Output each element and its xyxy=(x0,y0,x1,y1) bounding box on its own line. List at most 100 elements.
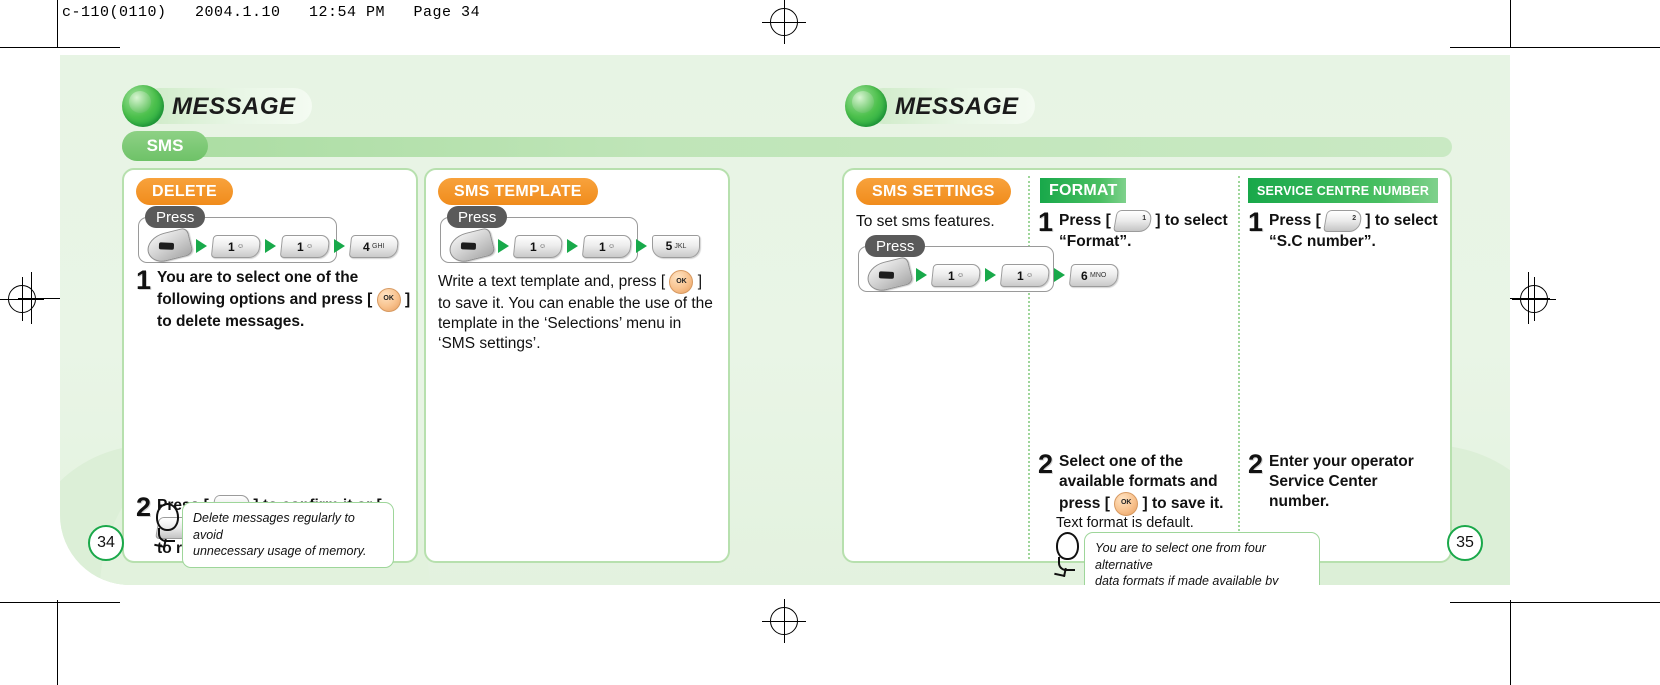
arrow-icon xyxy=(334,239,345,253)
step-text: Press [ 2 ] to select “S.C number”. xyxy=(1269,210,1438,252)
crop-mark-left-bottom xyxy=(57,600,58,685)
crop-mark-top-right xyxy=(1450,47,1660,48)
key-1-icon: 1 ☺ xyxy=(999,263,1051,287)
step-text-line3: press [ xyxy=(1059,494,1110,512)
badge-format: FORMAT xyxy=(1040,178,1127,203)
memo-line-1: You are to select one from four alternat… xyxy=(1095,541,1266,572)
step-text-line2: Service Center xyxy=(1269,472,1378,490)
memo-pencil-icon xyxy=(152,503,182,547)
badge-sms-settings: SMS SETTINGS xyxy=(856,178,1011,205)
ok-button-icon: OK xyxy=(669,270,694,294)
key-1-icon: 1 ☺ xyxy=(930,263,982,287)
press-label-sms-template: Press xyxy=(447,206,508,228)
step-text-line2: available formats and xyxy=(1059,472,1218,490)
step-number: 2 xyxy=(1248,449,1264,479)
memo-delete: Delete messages regularly to avoid unnec… xyxy=(182,502,394,568)
body-line4: ‘SMS settings’. xyxy=(438,335,541,353)
step-1-scn: 1 Press [ 2 ] to select “S.C number”. xyxy=(1248,209,1448,252)
crop-mark-right xyxy=(1510,0,1511,48)
crop-mark-top-left xyxy=(0,47,120,48)
key-1-icon: 1 ☺ xyxy=(210,234,262,258)
registration-mark-right xyxy=(1512,277,1556,321)
step-text: Enter your operator Service Center numbe… xyxy=(1269,452,1414,511)
registration-mark-top xyxy=(762,0,806,44)
press-label-delete: Press xyxy=(145,206,206,228)
step-text-line2: ] to select xyxy=(1365,212,1438,230)
badge-delete: DELETE xyxy=(136,178,233,205)
memo-format: You are to select one from four alternat… xyxy=(1084,532,1320,585)
bullet-icon xyxy=(845,85,887,127)
arrow-icon xyxy=(1054,268,1065,282)
right-page-header: MESSAGE xyxy=(845,85,1075,129)
step-number: 2 xyxy=(1038,449,1054,479)
step-text: You are to select one of the following o… xyxy=(157,268,410,332)
step-number: 1 xyxy=(1038,207,1054,237)
step-text-line1: Press [ xyxy=(1059,212,1111,230)
press-box-delete: Press 1 ☺ 1 ☺ 4 GHI xyxy=(138,206,400,265)
print-slug: c-110(0110) 2004.1.10 12:54 PM Page 34 xyxy=(62,4,481,21)
key-sequence-delete: 1 ☺ 1 ☺ 4 GHI xyxy=(144,227,400,265)
menu-key-icon xyxy=(446,227,496,265)
step-number: 1 xyxy=(136,265,152,295)
step-text-line4: ] to save it. xyxy=(1142,494,1224,512)
step-text-line1: Press [ xyxy=(1269,212,1321,230)
key-1-icon: 1 ☺ xyxy=(581,234,633,258)
body-bracket: ] xyxy=(697,273,703,291)
page-number-right: 35 xyxy=(1447,525,1483,561)
arrow-icon xyxy=(196,239,207,253)
step-text-line1: You are to select one of the xyxy=(157,269,359,286)
memo-pencil-icon xyxy=(1052,532,1082,576)
step-text-line1: Select one of the xyxy=(1059,453,1184,470)
step-text-line3: to delete messages. xyxy=(157,312,305,330)
memo-line-2: unnecessary usage of memory. xyxy=(193,544,367,558)
step-text: Press [ 1 ] to select “Format”. xyxy=(1059,210,1228,252)
step-number: 2 xyxy=(136,492,152,522)
crop-mark-left xyxy=(57,0,58,48)
page-spread: MESSAGE SMS DELETE Press 1 ☺ 1 ☺ 4 GHI 1 Yo… xyxy=(60,55,1510,585)
arrow-icon xyxy=(265,239,276,253)
body-line2: to save it. You can enable the use of th… xyxy=(438,295,713,312)
key-sequence-sms-template: 1 ☺ 1 ☺ 5 JKL xyxy=(446,227,700,265)
arrow-icon xyxy=(916,268,927,282)
step-1-format: 1 Press [ 1 ] to select “Format”. xyxy=(1038,207,1234,252)
chapter-tag-sms: SMS xyxy=(122,131,208,161)
registration-mark-left xyxy=(0,277,44,321)
body-line3: template in the ‘Selections’ menu in xyxy=(438,315,682,333)
crop-mark-bottom-left xyxy=(0,602,120,603)
panel-sms-settings: SMS SETTINGS To set sms features. Press … xyxy=(842,168,1452,585)
arrow-icon xyxy=(985,268,996,282)
step-text-line3: “Format”. xyxy=(1059,233,1132,250)
key-1-icon: 1 ☺ xyxy=(279,234,331,258)
ok-button-icon: OK xyxy=(376,287,401,312)
menu-key-icon xyxy=(144,227,194,265)
badge-service-centre-number: SERVICE CENTRE NUMBER xyxy=(1248,178,1439,203)
menu-key-icon xyxy=(864,256,914,294)
step-text-line1: Enter your operator xyxy=(1269,453,1414,470)
key-sequence-sms-settings: 1 ☺ 1 ☺ 6 MNO xyxy=(864,256,1120,294)
step-2-format: 2 Select one of the available formats an… xyxy=(1038,449,1238,516)
left-page-title: MESSAGE xyxy=(172,93,296,120)
body-line1: Write a text template and, press [ xyxy=(438,273,666,291)
bullet-icon xyxy=(122,85,164,127)
press-box-sms-template: Press 1 ☺ 1 ☺ 5 JKL xyxy=(440,206,700,265)
page-number-left: 34 xyxy=(88,525,124,561)
panel-delete: DELETE Press 1 ☺ 1 ☺ 4 GHI 1 You are to sel… xyxy=(122,168,418,568)
key-1-icon: 1 xyxy=(1113,210,1153,232)
column-divider-1 xyxy=(1028,176,1030,559)
right-page-title: MESSAGE xyxy=(895,93,1019,120)
sms-template-body: Write a text template and, press [ OK ] … xyxy=(438,270,726,354)
step-text-line2: ] to select xyxy=(1155,212,1228,230)
column-divider-2 xyxy=(1238,176,1240,559)
press-label-sms-settings: Press xyxy=(865,235,926,257)
key-5-icon: 5 JKL xyxy=(652,234,700,258)
arrow-icon xyxy=(636,239,647,253)
panel-sms-template: SMS TEMPLATE Press 1 ☺ 1 ☺ 5 JKL Write a te… xyxy=(424,168,730,563)
step-2-scn: 2 Enter your operator Service Center num… xyxy=(1248,449,1448,511)
memo-line-2: data formats if made available by networ… xyxy=(1095,574,1279,585)
key-6-icon: 6 MNO xyxy=(1068,263,1120,287)
memo-line-1: Delete messages regularly to avoid xyxy=(193,511,355,542)
step-text-line3: number. xyxy=(1269,492,1330,510)
step-text-bracket: ] xyxy=(404,290,411,308)
crop-mark-bottom-right xyxy=(1450,602,1660,603)
step-text-line2: following options and press [ xyxy=(157,290,373,308)
